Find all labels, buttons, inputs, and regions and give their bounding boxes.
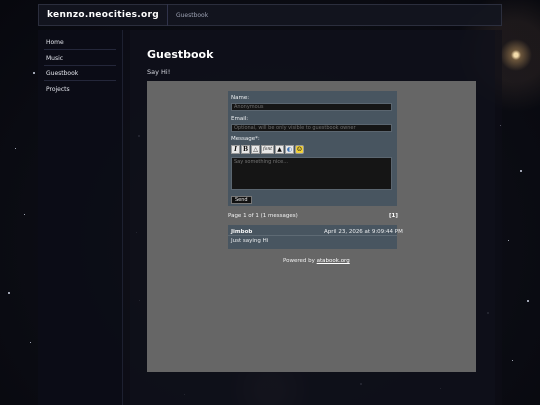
page-link-1[interactable]: [1] [389,213,398,219]
breadcrumb: Guestbook [175,11,209,19]
name-label: Name: [231,95,250,101]
message-textarea[interactable] [231,157,392,190]
sidebar-item-guestbook[interactable]: Guestbook [46,70,78,77]
powered-prefix: Powered by [283,258,315,264]
site-title[interactable]: kennzo.neocities.org [39,10,159,20]
triangle-icon[interactable]: △ [251,145,260,154]
entry-message: Just saying Hi [231,238,269,244]
message-label: Message*: [231,136,260,142]
bold-icon[interactable]: B [241,145,250,154]
top-bar: kennzo.neocities.org Guestbook [38,4,502,26]
email-input[interactable] [231,124,392,132]
sidebar-divider [44,65,116,66]
sidebar-divider [44,80,116,81]
emoji-icon[interactable]: ☺ [295,145,304,154]
italic-icon[interactable]: I [231,145,240,154]
send-button[interactable]: Send [231,196,252,204]
powered-link[interactable]: atabook.org [317,258,350,264]
name-input[interactable] [231,103,392,111]
intro-text: Say Hi! [147,68,171,76]
link-icon[interactable]: ◐ [285,145,294,154]
sidebar-item-home[interactable]: Home [46,39,64,46]
powered-by: Powered by atabook.org [283,258,350,264]
sidebar-divider [44,49,116,50]
sidebar-item-projects[interactable]: Projects [46,86,70,93]
page-title: Guestbook [147,48,214,61]
pagination-summary: Page 1 of 1 (1 messages) [228,213,298,219]
image-icon[interactable]: ▲ [275,145,284,154]
sidebar-item-music[interactable]: Music [46,55,63,62]
font-icon[interactable]: font [261,145,274,154]
format-toolbar: I B △ font ▲ ◐ ☺ [231,145,304,154]
entry-divider [228,235,397,236]
email-label: Email: [231,116,249,122]
